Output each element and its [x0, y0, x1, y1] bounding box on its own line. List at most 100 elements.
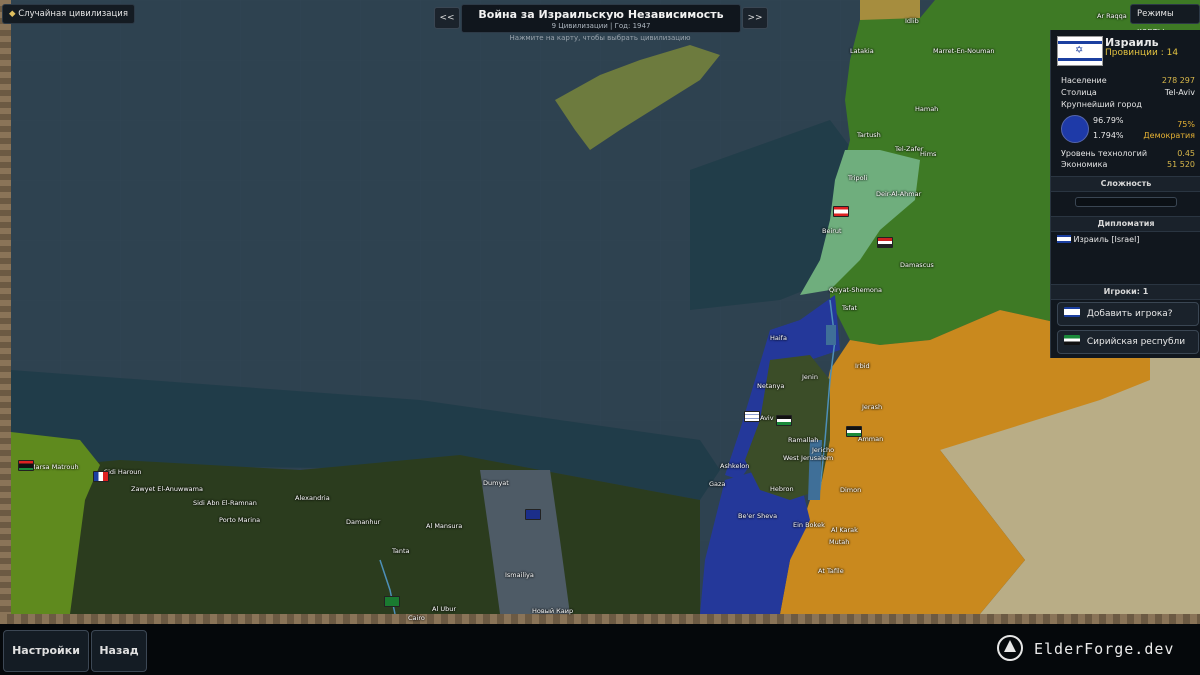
- city-label: Al Karak: [831, 526, 858, 534]
- stat-c: 75%: [1177, 120, 1195, 129]
- random-civ-button[interactable]: ◆ Случайная цивилизация: [2, 4, 135, 24]
- scenario-subtitle: 9 Цивилизации | Год: 1947: [551, 22, 651, 30]
- capital-label: Столица: [1061, 88, 1097, 97]
- city-label: Jenin: [802, 373, 818, 381]
- brand-text: ElderForge.dev: [1034, 640, 1175, 658]
- city-label: Haifa: [770, 334, 787, 342]
- scenario-title: Война за Израильскую Независимость: [478, 8, 724, 21]
- economy-value: 51 520: [1167, 160, 1195, 169]
- game-map[interactable]: [0, 0, 1200, 675]
- city-label: Tanta: [392, 547, 410, 555]
- libya-flag-icon[interactable]: [18, 460, 34, 471]
- city-label: Zawyet El-Anuwwama: [131, 485, 203, 493]
- city-label: Jericho: [812, 446, 835, 454]
- jordan-flag-icon[interactable]: [846, 426, 862, 437]
- city-label: Al Mansura: [426, 522, 463, 530]
- tech-row: Уровень технологий 0.45: [1061, 149, 1195, 158]
- selected-civ-flag: ✡: [1057, 36, 1103, 66]
- city-label: Dimon: [840, 486, 862, 494]
- civ-info-panel: ✡ Израиль Провинции : 14 Население 278 2…: [1050, 30, 1200, 358]
- city-label: Hebron: [770, 485, 794, 493]
- city-label: Damanhur: [346, 518, 381, 526]
- population-row: Население 278 297: [1061, 76, 1195, 85]
- settings-button[interactable]: Настройки: [3, 630, 89, 672]
- syria-player-label: Сирийская республи: [1086, 337, 1186, 347]
- city-label: At Tafile: [818, 567, 844, 575]
- scenario-title-bar: Война за Израильскую Независимость 9 Цив…: [461, 4, 741, 33]
- map-hint: Нажмите на карту, чтобы выбрать цивилиза…: [509, 34, 691, 42]
- city-label: Новый Каир: [532, 607, 574, 615]
- city-label: Tripoli: [848, 174, 868, 182]
- city-label: Tartush: [857, 131, 881, 139]
- add-player-label: Добавить игрока?: [1086, 309, 1173, 319]
- tech-value: 0.45: [1177, 149, 1195, 158]
- prev-scenario-button[interactable]: <<: [434, 7, 460, 29]
- diplomacy-section: Дипломатия: [1051, 216, 1200, 232]
- syria-flag-icon[interactable]: [877, 237, 893, 248]
- next-scenario-button[interactable]: >>: [742, 7, 768, 29]
- city-label: Qiryat-Shemona: [829, 286, 882, 294]
- population-value: 278 297: [1161, 76, 1195, 85]
- city-label: Alexandria: [295, 494, 330, 502]
- city-label: Netanya: [757, 382, 785, 390]
- add-player-button[interactable]: Добавить игрока?: [1057, 302, 1199, 326]
- difficulty-track[interactable]: [1075, 197, 1177, 207]
- population-label: Население: [1061, 76, 1107, 85]
- city-label: Jerash: [862, 403, 883, 411]
- city-label: Ramallah: [788, 436, 819, 444]
- city-label: Marsa Matrouh: [30, 463, 79, 471]
- capital-value: Tel-Aviv: [1164, 88, 1195, 97]
- back-button[interactable]: Назад: [91, 630, 147, 672]
- city-label: Idlib: [905, 17, 919, 25]
- city-label: Tsfat: [842, 304, 858, 312]
- map-modes-button[interactable]: Режимы карты: [1130, 4, 1200, 37]
- economy-label: Экономика: [1061, 160, 1108, 169]
- city-label: Irbid: [855, 362, 870, 370]
- random-civ-label: Случайная цивилизация: [18, 9, 128, 19]
- stat-a: 96.79%: [1093, 116, 1124, 125]
- stat-b: 1.794%: [1093, 131, 1124, 140]
- elderforge-brand: ElderForge.dev: [990, 630, 1200, 668]
- city-label: West Jerusalem: [783, 454, 834, 462]
- israel-flag-icon: [1064, 307, 1080, 317]
- israel-flag-icon[interactable]: [744, 411, 760, 422]
- government-type: Демократия: [1143, 131, 1195, 140]
- israel-flag-icon: [1057, 235, 1071, 243]
- sea-of-galilee: [826, 325, 836, 345]
- largest-city-label: Крупнейший город: [1061, 100, 1142, 109]
- random-civ-icon: ◆: [9, 9, 16, 19]
- city-label: Sidi Abn El-Ramnan: [193, 499, 257, 507]
- city-label: Ar Raqqa: [1097, 12, 1127, 20]
- city-label: Mutah: [829, 538, 850, 546]
- palestine-flag-icon[interactable]: [776, 415, 792, 426]
- difficulty-section: Сложность: [1051, 176, 1200, 192]
- city-label: Ashkelon: [720, 462, 750, 470]
- france-flag-icon[interactable]: [93, 471, 109, 482]
- lebanon-flag-icon[interactable]: [833, 206, 849, 217]
- city-label: Ismailiya: [505, 571, 534, 579]
- largest-city-row: Крупнейший город: [1061, 100, 1195, 109]
- map-frame-bottom: [0, 614, 1200, 624]
- city-label: Beirut: [822, 227, 842, 235]
- diplomacy-item[interactable]: Израиль [Israel]: [1057, 235, 1139, 244]
- syria-player-button[interactable]: Сирийская республи: [1057, 330, 1199, 354]
- province-count: Провинции : 14: [1105, 48, 1179, 58]
- city-label: Latakia: [850, 47, 874, 55]
- egypt-flag-icon[interactable]: [384, 596, 400, 607]
- difficulty-slider[interactable]: [1059, 196, 1193, 207]
- uk-flag-icon[interactable]: [525, 509, 541, 520]
- culture-pie-icon: [1061, 115, 1089, 143]
- map-frame-left: [0, 0, 11, 624]
- city-label: Aviv: [760, 414, 774, 422]
- city-label: Dumyat: [483, 479, 509, 487]
- syria-flag-icon: [1064, 335, 1080, 345]
- players-section: Игроки: 1: [1051, 284, 1200, 300]
- city-label: Hamah: [915, 105, 939, 113]
- city-label: Hims: [920, 150, 937, 158]
- city-label: Sidi Haroun: [104, 468, 142, 476]
- city-label: Be'er Sheva: [738, 512, 778, 520]
- city-label: Deir-Al-Ahmar: [876, 190, 922, 198]
- city-label: Marret-En-Nouman: [933, 47, 995, 55]
- city-label: Al Ubur: [432, 605, 456, 613]
- city-label: Gaza: [709, 480, 726, 488]
